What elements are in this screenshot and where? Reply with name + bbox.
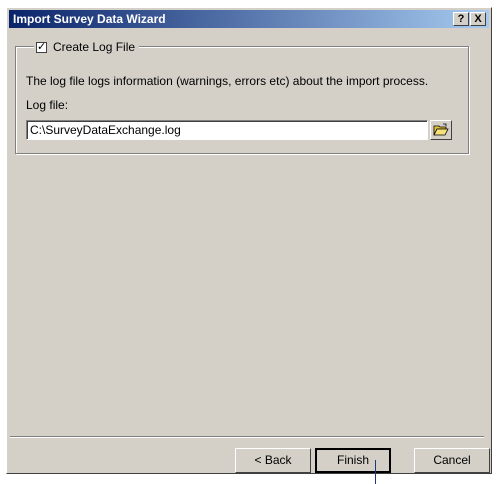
close-button[interactable]: X bbox=[470, 12, 486, 26]
cancel-button[interactable]: Cancel bbox=[414, 448, 490, 473]
create-log-file-label: Create Log File bbox=[53, 40, 136, 54]
window-title: Import Survey Data Wizard bbox=[13, 12, 166, 26]
title-bar[interactable]: Import Survey Data Wizard ? X bbox=[9, 10, 489, 28]
back-button[interactable]: < Back bbox=[235, 448, 311, 473]
callout-pointer-line bbox=[375, 460, 376, 484]
finish-button[interactable]: Finish bbox=[315, 448, 391, 473]
help-button[interactable]: ? bbox=[453, 12, 469, 26]
open-folder-icon bbox=[433, 123, 449, 136]
log-file-label: Log file: bbox=[26, 98, 69, 112]
create-log-file-checkbox-row[interactable]: Create Log File bbox=[34, 40, 140, 54]
log-file-path-input[interactable]: C:\SurveyDataExchange.log bbox=[26, 120, 428, 140]
browse-button[interactable] bbox=[430, 120, 452, 140]
create-log-file-checkbox[interactable] bbox=[36, 40, 47, 53]
button-separator bbox=[10, 436, 484, 438]
log-file-description: The log file logs information (warnings,… bbox=[26, 74, 429, 88]
